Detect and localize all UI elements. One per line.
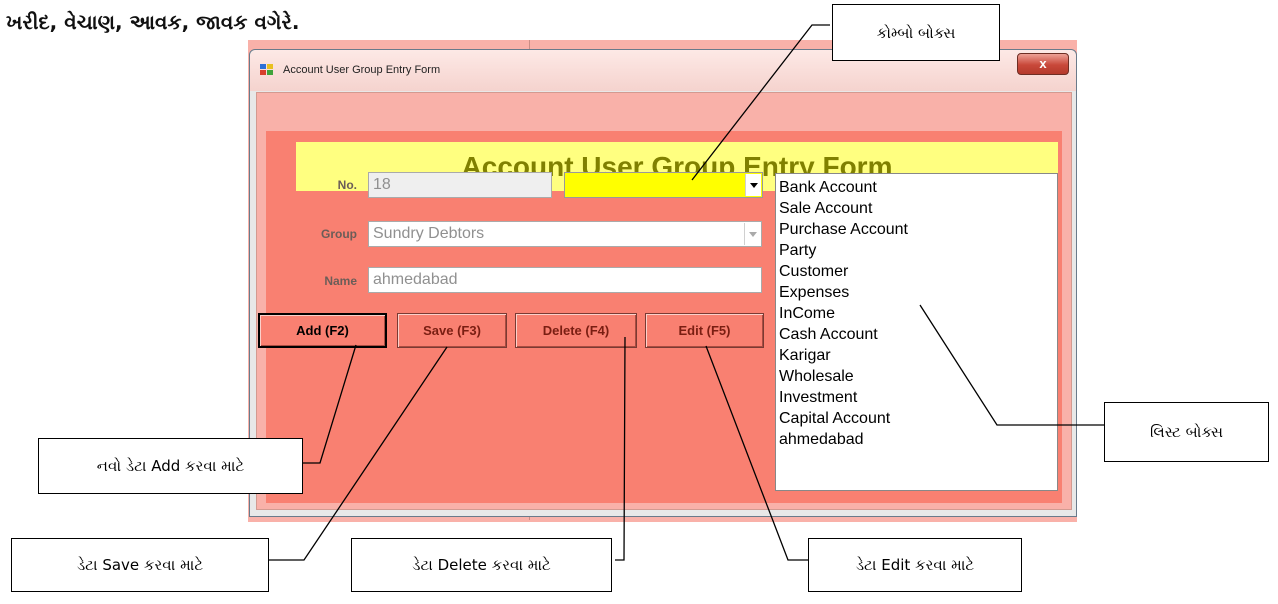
delete-callout-line <box>615 336 626 561</box>
save-callout: ડેટા Save કરવા માટે <box>11 538 269 592</box>
list-box-callout: લિસ્ટ બોક્સ <box>1104 402 1269 462</box>
delete-callout: ડેટા Delete કરવા માટે <box>351 538 612 592</box>
add-callout-line <box>303 344 357 464</box>
delete-callout-text: ડેટા Delete કરવા માટે <box>412 556 551 574</box>
combo-box-callout: કોમ્બો બોક્સ <box>832 4 1000 61</box>
combo-callout-text: કોમ્બો બોક્સ <box>876 23 956 42</box>
combo-callout-line <box>691 24 830 181</box>
save-callout-text: ડેટા Save કરવા માટે <box>76 556 204 574</box>
edit-callout-text: ડેટા Edit કરવા માટે <box>855 556 975 574</box>
add-callout-text: નવો ડેટા Add કરવા માટે <box>96 457 245 475</box>
add-callout: નવો ડેટા Add કરવા માટે <box>38 438 303 494</box>
edit-callout-line <box>705 345 808 561</box>
callout-lines <box>269 24 1107 561</box>
list-callout-line <box>919 304 1107 426</box>
list-callout-text: લિસ્ટ બોક્સ <box>1149 423 1224 441</box>
edit-callout: ડેટા Edit કરવા માટે <box>808 538 1022 592</box>
